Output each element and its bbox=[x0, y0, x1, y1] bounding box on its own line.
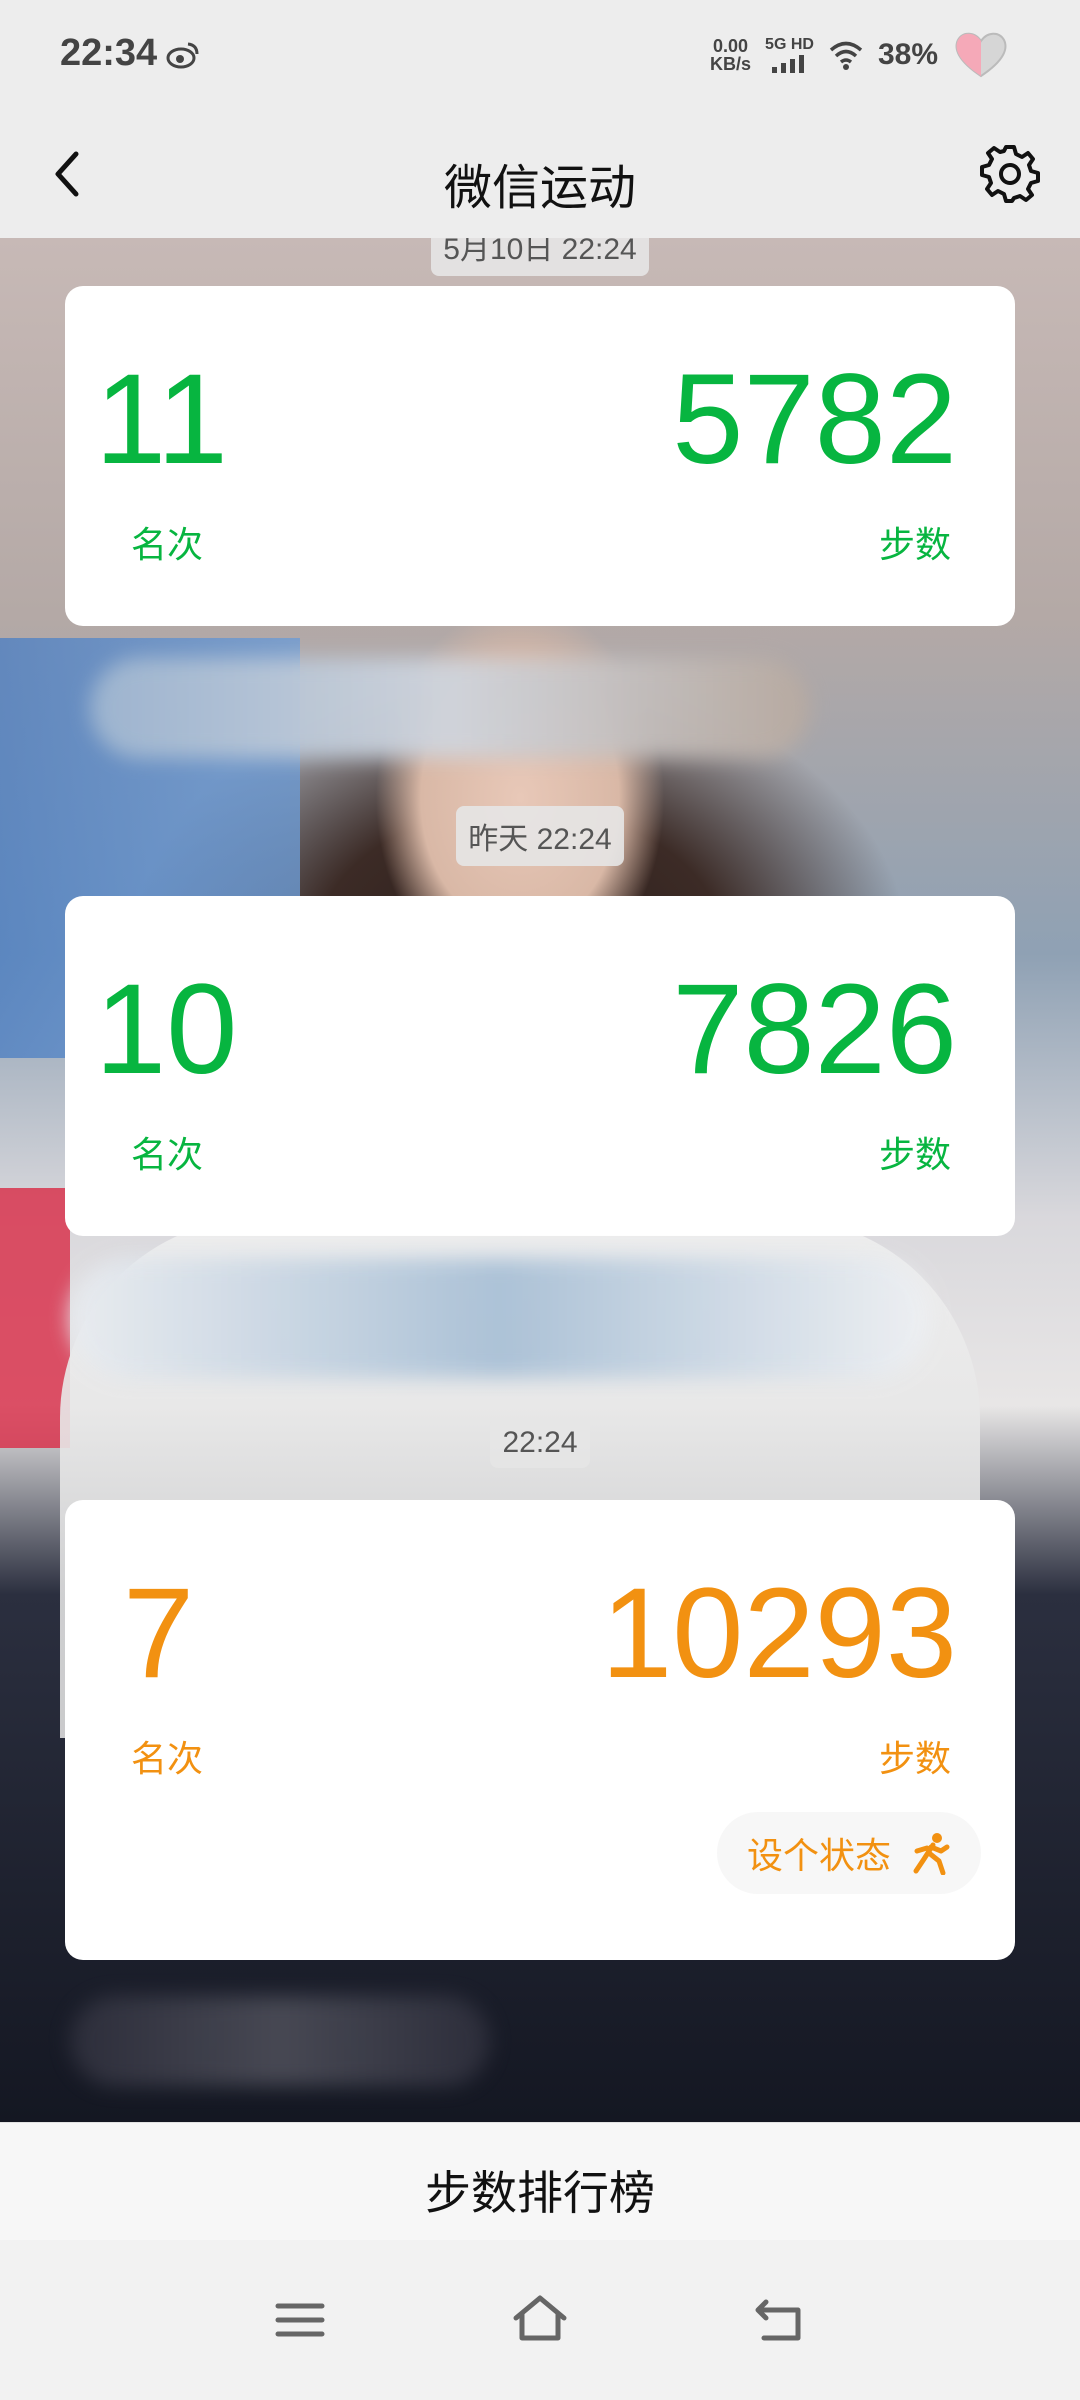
page-title: 微信运动 bbox=[443, 162, 636, 215]
nav-bar: 微信运动 bbox=[0, 112, 1080, 238]
set-status-button[interactable]: 设个状态 bbox=[716, 1812, 981, 1894]
chat-background: 5月10日 22:24 11 5782 名次 步数 昨天 22:24 10 78… bbox=[0, 238, 1080, 2122]
steps-value: 10293 bbox=[601, 1562, 957, 1705]
status-bar: 22:34 0.00 KB/s 5G HD 38% bbox=[0, 0, 1080, 112]
rank-label: 名次 bbox=[131, 1134, 204, 1175]
blurred-message bbox=[70, 1258, 930, 1378]
rank-value: 11 bbox=[95, 348, 228, 491]
gear-icon[interactable] bbox=[980, 144, 1040, 204]
system-navigation-bar bbox=[0, 2240, 1080, 2400]
rank-card[interactable]: 11 5782 名次 步数 bbox=[65, 286, 1015, 626]
battery-heart-icon bbox=[955, 32, 1007, 78]
signal-indicator: 5G HD bbox=[765, 37, 814, 73]
rank-card[interactable]: 7 10293 名次 步数 设个状态 bbox=[65, 1500, 1015, 1960]
rank-card[interactable]: 10 7826 名次 步数 bbox=[65, 896, 1015, 1236]
status-right: 0.00 KB/s 5G HD 38% bbox=[710, 30, 1010, 80]
steps-value: 7826 bbox=[672, 958, 957, 1101]
status-time: 22:34 bbox=[60, 32, 158, 74]
steps-label: 步数 bbox=[878, 1738, 951, 1779]
wifi-icon bbox=[829, 41, 863, 70]
weibo-icon bbox=[166, 42, 199, 69]
rank-value: 10 bbox=[95, 958, 238, 1101]
timestamp-yesterday: 昨天 22:24 bbox=[0, 806, 1080, 866]
steps-label: 步数 bbox=[878, 524, 951, 565]
steps-label: 步数 bbox=[878, 1134, 951, 1175]
set-status-label: 设个状态 bbox=[746, 1835, 891, 1876]
running-person-icon bbox=[913, 1833, 950, 1875]
battery-percent: 38% bbox=[877, 38, 938, 71]
net-speed: 0.00 KB/s bbox=[710, 36, 752, 74]
step-leaderboard-button[interactable]: 步数排行榜 bbox=[0, 2157, 1080, 2223]
rank-label: 名次 bbox=[131, 524, 204, 565]
menu-icon[interactable] bbox=[270, 2290, 330, 2350]
blurred-message bbox=[70, 1996, 490, 2086]
timestamp-today: 22:24 bbox=[0, 1418, 1080, 1468]
blurred-message bbox=[90, 658, 810, 758]
steps-value: 5782 bbox=[672, 348, 957, 491]
return-icon[interactable] bbox=[750, 2290, 810, 2350]
rank-value: 7 bbox=[123, 1562, 195, 1705]
rank-label: 名次 bbox=[131, 1738, 204, 1779]
bottom-menu[interactable]: 步数排行榜 bbox=[0, 2122, 1080, 2241]
home-icon[interactable] bbox=[510, 2290, 570, 2350]
signal-bars-icon bbox=[771, 55, 804, 73]
timestamp-partial: 5月10日 22:24 bbox=[0, 238, 1080, 276]
